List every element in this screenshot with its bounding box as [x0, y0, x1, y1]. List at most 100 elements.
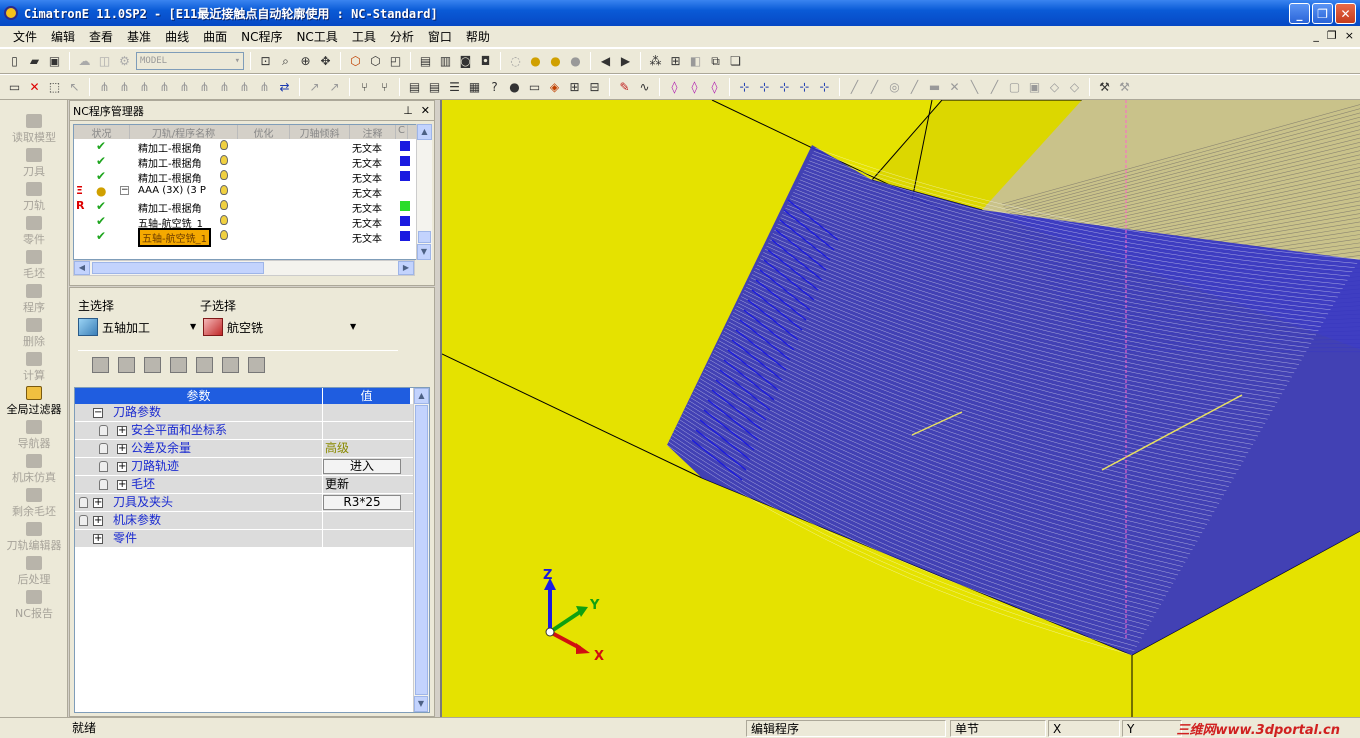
scroll-thumb[interactable] — [415, 405, 428, 695]
expand-icon[interactable]: + — [117, 480, 127, 490]
menu-tools[interactable]: 工具 — [345, 26, 383, 48]
lock-icon[interactable] — [79, 497, 88, 508]
col-c[interactable]: C — [396, 125, 408, 139]
copy-icon[interactable]: ⧉ — [707, 53, 724, 70]
line-icon[interactable]: ╲ — [966, 79, 983, 96]
parameter-row[interactable]: + 毛坯 更新 — [75, 476, 429, 494]
zoom-fit-icon[interactable]: ⊡ — [257, 53, 274, 70]
cube-icon[interactable]: ◈ — [546, 79, 563, 96]
filter-icon[interactable]: ⋔ — [176, 79, 193, 96]
pointer-icon[interactable]: ↖ — [66, 79, 83, 96]
tool-icon[interactable]: ⚒ — [1096, 79, 1113, 96]
grid-icon[interactable]: ⊞ — [667, 53, 684, 70]
filter-icon[interactable]: ⋔ — [236, 79, 253, 96]
expand-icon[interactable]: + — [93, 498, 103, 508]
cursor-icon[interactable]: ↗ — [306, 79, 323, 96]
menu-datum[interactable]: 基准 — [120, 26, 158, 48]
expand-icon[interactable]: + — [117, 444, 127, 454]
expand-icon[interactable]: + — [93, 516, 103, 526]
plane-icon[interactable]: ◇ — [1066, 79, 1083, 96]
edit-icon[interactable] — [170, 357, 187, 373]
document-icon[interactable]: ▤ — [406, 79, 423, 96]
menu-view[interactable]: 查看 — [82, 26, 120, 48]
branch-icon[interactable]: ⑂ — [376, 79, 393, 96]
tool-icon[interactable]: ⚒ — [1116, 79, 1133, 96]
line-icon[interactable]: ╱ — [846, 79, 863, 96]
line-icon[interactable]: ╱ — [906, 79, 923, 96]
lb-remaining-stock[interactable]: 剩余毛坯 — [0, 488, 68, 519]
light-bulb-icon[interactable] — [220, 155, 228, 165]
arrow-right-icon[interactable]: ▶ — [617, 53, 634, 70]
render-mode-icon[interactable]: ▥ — [437, 53, 454, 70]
parameter-row[interactable]: + 公差及余量 高级 — [75, 440, 429, 458]
sub-select-combo[interactable]: 航空铣 ▼ — [203, 318, 358, 336]
scroll-down-icon[interactable]: ▼ — [417, 244, 431, 260]
axis-icon[interactable]: ⊹ — [756, 79, 773, 96]
plane-icon[interactable]: ◇ — [1046, 79, 1063, 96]
surface-icon[interactable]: ◊ — [686, 79, 703, 96]
cloud-icon[interactable]: ☁ — [76, 53, 93, 70]
scroll-thumb[interactable] — [418, 231, 431, 243]
menu-curve[interactable]: 曲线 — [158, 26, 196, 48]
surface-icon[interactable]: ◊ — [666, 79, 683, 96]
lb-post-process[interactable]: 后处理 — [0, 556, 68, 587]
menu-surface[interactable]: 曲面 — [196, 26, 234, 48]
parameter-vscroll[interactable]: ▲ ▼ — [413, 388, 429, 712]
delete-select-icon[interactable]: ✕ — [26, 79, 43, 96]
lb-compute[interactable]: 计算 — [0, 352, 68, 383]
filter-icon[interactable]: ⋔ — [256, 79, 273, 96]
lb-machine-sim[interactable]: 机床仿真 — [0, 454, 68, 485]
light-bulb-icon[interactable] — [220, 215, 228, 225]
filter-icon[interactable]: ⋔ — [96, 79, 113, 96]
scroll-right-icon[interactable]: ▶ — [398, 261, 414, 275]
grid-icon[interactable]: ⊟ — [586, 79, 603, 96]
menu-help[interactable]: 帮助 — [459, 26, 497, 48]
lock-icon[interactable] — [99, 425, 108, 436]
parameter-value-button[interactable]: R3*25 — [323, 495, 401, 510]
new-file-icon[interactable]: ▯ — [6, 53, 23, 70]
menu-window[interactable]: 窗口 — [421, 26, 459, 48]
scroll-up-icon[interactable]: ▲ — [414, 388, 429, 404]
scroll-thumb[interactable] — [92, 262, 264, 274]
menu-analysis[interactable]: 分析 — [383, 26, 421, 48]
box-icon[interactable]: ▢ — [1006, 79, 1023, 96]
filter-icon[interactable]: ⋔ — [116, 79, 133, 96]
shaded-cube-icon[interactable]: ⬡ — [347, 53, 364, 70]
expand-icon[interactable]: + — [93, 534, 103, 544]
model-combo[interactable]: MODEL ▾ — [136, 52, 244, 70]
list-icon[interactable]: ☰ — [446, 79, 463, 96]
view-cube-icon[interactable]: ◰ — [387, 53, 404, 70]
lock-icon[interactable] — [99, 479, 108, 490]
nc-program-row[interactable]: R ✔ 精加工-根据角 无文本 — [74, 199, 416, 215]
axis-icon[interactable]: ⊹ — [796, 79, 813, 96]
circle-icon[interactable]: ◎ — [886, 79, 903, 96]
nc-list-vscroll[interactable]: ▲ ▼ — [416, 124, 432, 260]
circle-icon[interactable]: ● — [506, 79, 523, 96]
line-icon[interactable]: ▬ — [926, 79, 943, 96]
line-icon[interactable]: ╱ — [866, 79, 883, 96]
filter-icon[interactable]: ⋔ — [216, 79, 233, 96]
close-icon[interactable]: ✕ — [421, 104, 430, 117]
layer-icon[interactable]: ◧ — [687, 53, 704, 70]
nc-program-list[interactable]: 状况 刀轨/程序名称 优化 刀轴倾斜 注释 C ✔ 精加工-根据角 无文本 ✔ 精加工-… — [73, 124, 417, 260]
cursor-icon[interactable]: ↗ — [326, 79, 343, 96]
collapse-icon[interactable]: − — [120, 186, 129, 195]
nc-program-row[interactable]: ✔ 精加工-根据角 无文本 — [74, 169, 416, 185]
col-name[interactable]: 刀轨/程序名称 — [130, 125, 238, 140]
swap-icon[interactable]: ⇄ — [276, 79, 293, 96]
open-folder-icon[interactable]: ▰ — [26, 53, 43, 70]
nc-program-row[interactable]: ✔ 精加工-根据角 无文本 — [74, 139, 416, 155]
document-icon[interactable]: ▤ — [426, 79, 443, 96]
lock-icon[interactable] — [99, 443, 108, 454]
col-optimize[interactable]: 优化 — [238, 125, 290, 140]
lb-tool[interactable]: 刀具 — [0, 148, 68, 179]
surface-icon[interactable]: ◊ — [706, 79, 723, 96]
table-icon[interactable]: ▦ — [466, 79, 483, 96]
pin-icon[interactable]: ⊥ — [403, 104, 413, 117]
light-bulb-icon[interactable]: ● — [527, 53, 544, 70]
expand-icon[interactable]: + — [117, 462, 127, 472]
parameter-row[interactable]: + 刀路轨迹 进入 — [75, 458, 429, 476]
zoom-icon[interactable]: ⊕ — [297, 53, 314, 70]
gear-icon[interactable]: ⚙ — [116, 53, 133, 70]
rectangle-icon[interactable]: ▭ — [526, 79, 543, 96]
